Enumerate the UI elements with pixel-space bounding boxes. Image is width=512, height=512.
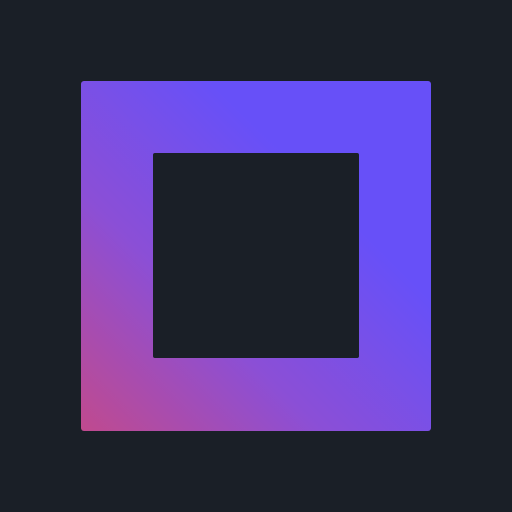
square-frame-logo	[81, 81, 431, 431]
inner-square-cutout	[153, 153, 359, 358]
icon-canvas	[0, 0, 512, 512]
